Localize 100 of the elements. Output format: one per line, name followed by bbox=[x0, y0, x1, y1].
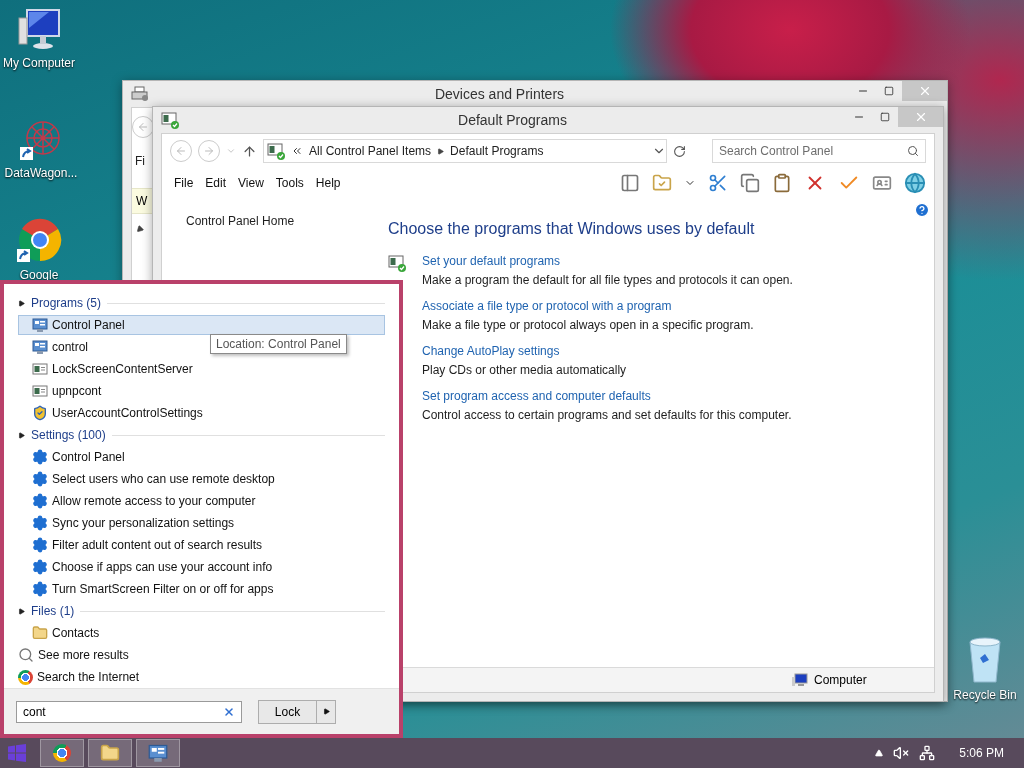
search-result[interactable]: upnpcont bbox=[18, 381, 109, 401]
expand-icon[interactable] bbox=[18, 299, 25, 307]
menu-item[interactable]: File bbox=[168, 173, 200, 193]
desktop-icon-label[interactable]: My Computer bbox=[3, 56, 75, 70]
search-result[interactable]: Sync your personalization settings bbox=[18, 513, 242, 533]
card-icon bbox=[872, 173, 892, 193]
copy-button[interactable] bbox=[738, 171, 762, 195]
arrow-icon[interactable] bbox=[322, 708, 330, 715]
group-title[interactable]: Settings (100) bbox=[31, 428, 106, 442]
result-label: Contacts bbox=[52, 626, 100, 640]
search-result[interactable]: UserAccountControlSettings bbox=[18, 403, 210, 423]
computer-icon bbox=[17, 8, 61, 52]
search-result[interactable]: Turn SmartScreen Filter on or off for apps bbox=[18, 579, 281, 599]
desktop-icon-label[interactable]: Recycle Bin bbox=[953, 688, 1017, 702]
clear-icon[interactable] bbox=[223, 705, 235, 718]
tray-arrow-icon[interactable] bbox=[875, 749, 884, 757]
task-description: Make a file type or protocol always open in a specific program. bbox=[422, 318, 754, 332]
search-result[interactable]: LockScreenContentServer bbox=[18, 359, 200, 379]
search-result[interactable]: Control Panel bbox=[18, 315, 385, 335]
clock[interactable]: 5:06 PM bbox=[959, 746, 1004, 760]
search-result[interactable]: Allow remote access to your computer bbox=[18, 491, 263, 511]
window-title: Default Programs bbox=[457, 112, 568, 128]
expand-icon[interactable] bbox=[18, 607, 25, 615]
menu-item[interactable]: Tools bbox=[269, 173, 310, 193]
search-result[interactable]: control bbox=[18, 337, 96, 357]
pane-icon bbox=[620, 173, 640, 193]
scissors-icon bbox=[708, 173, 728, 193]
chrome-icon bbox=[18, 669, 33, 685]
result-label: UserAccountControlSettings bbox=[52, 406, 203, 420]
gear-icon bbox=[32, 471, 48, 487]
gear-icon bbox=[32, 449, 48, 465]
window-title: Devices and Printers bbox=[433, 86, 566, 102]
chrome-icon bbox=[16, 218, 62, 264]
menu-item[interactable]: View bbox=[232, 173, 270, 193]
globe-icon bbox=[904, 172, 926, 194]
search-field[interactable]: cont bbox=[16, 700, 242, 723]
copy-icon bbox=[740, 173, 760, 193]
taskbar-app[interactable] bbox=[88, 739, 132, 767]
result-label: Turn SmartScreen Filter on or off for apps bbox=[52, 582, 274, 596]
page-heading: Choose the programs that Windows uses by default bbox=[388, 220, 756, 238]
search-input[interactable]: Search Control Panel bbox=[719, 144, 907, 158]
task-link[interactable]: Set program access and computer defaults bbox=[422, 389, 792, 403]
program-check-icon bbox=[161, 111, 179, 129]
taskbar-app[interactable] bbox=[40, 739, 84, 767]
task-link[interactable]: Change AutoPlay settings bbox=[422, 344, 627, 358]
group-title[interactable]: Programs (5) bbox=[31, 296, 101, 310]
task-link[interactable]: Set your default programs bbox=[422, 254, 793, 268]
result-label: Filter adult content out of search results bbox=[52, 538, 263, 552]
printer-icon bbox=[131, 86, 149, 102]
search-result[interactable]: Filter adult content out of search results bbox=[18, 535, 270, 555]
windows-logo-icon bbox=[8, 744, 26, 762]
control-panel-icon bbox=[148, 743, 168, 763]
lock-button[interactable]: Lock bbox=[258, 699, 336, 724]
group-title[interactable]: Files (1) bbox=[31, 604, 75, 618]
result-label: control bbox=[52, 340, 89, 354]
help-icon bbox=[914, 202, 930, 218]
gear-icon bbox=[32, 515, 48, 531]
address-bar[interactable]: All Control Panel Items Default Programs bbox=[263, 139, 667, 163]
result-link[interactable]: See more results bbox=[38, 648, 129, 662]
expand-icon[interactable] bbox=[134, 224, 145, 235]
program-check-icon bbox=[267, 142, 285, 160]
menu-item[interactable]: Help bbox=[309, 173, 347, 193]
search-result[interactable]: Control Panel bbox=[18, 447, 132, 467]
search-result[interactable]: Select users who can use remote desktop bbox=[18, 469, 282, 489]
separator-icon bbox=[437, 147, 445, 155]
search-icon bbox=[907, 145, 919, 157]
help-button[interactable] bbox=[914, 202, 930, 218]
task-description: Make a program the default for all file types and protocols it can open. bbox=[422, 273, 793, 287]
info-bar-text: W bbox=[136, 194, 148, 208]
muted-speaker-icon[interactable] bbox=[893, 745, 910, 761]
sidebar-link[interactable]: Control Panel Home bbox=[186, 214, 295, 228]
folder-icon bbox=[32, 625, 48, 641]
result-link[interactable]: Search the Internet bbox=[37, 670, 140, 684]
breadcrumb-item[interactable]: Default Programs bbox=[450, 144, 544, 158]
result-label: upnpcont bbox=[52, 384, 102, 398]
task-description: Control access to certain programs and set defaults for this computer. bbox=[422, 408, 792, 422]
search-field[interactable]: Search Control Panel bbox=[712, 139, 926, 163]
search-result[interactable]: Contacts bbox=[18, 623, 107, 643]
chevrons-icon bbox=[291, 145, 303, 157]
gear-icon bbox=[32, 493, 48, 509]
desktop-icon-label[interactable]: DataWagon... bbox=[4, 166, 78, 180]
breadcrumb-item[interactable]: All Control Panel Items bbox=[309, 144, 432, 158]
search-result[interactable]: Choose if apps can use your account info bbox=[18, 557, 280, 577]
shield-icon bbox=[32, 405, 48, 421]
taskbar-app[interactable] bbox=[136, 739, 180, 767]
result-label: Choose if apps can use your account info bbox=[52, 560, 273, 574]
globe-button[interactable] bbox=[902, 170, 928, 196]
expand-icon[interactable] bbox=[18, 431, 25, 439]
result-label: Control Panel bbox=[52, 318, 125, 332]
network-icon[interactable] bbox=[919, 745, 936, 761]
window-icon bbox=[32, 383, 48, 399]
task-link[interactable]: Associate a file type or protocol with a program bbox=[422, 299, 754, 313]
up-button[interactable] bbox=[242, 143, 257, 159]
search-icon bbox=[18, 647, 34, 663]
menu-item[interactable]: Edit bbox=[199, 173, 233, 193]
search-input[interactable]: cont bbox=[23, 704, 223, 719]
folder-icon bbox=[100, 743, 120, 763]
desktop-icon-label[interactable]: Google bbox=[19, 268, 59, 282]
refresh-icon[interactable] bbox=[673, 144, 686, 158]
computer-icon bbox=[792, 673, 808, 687]
